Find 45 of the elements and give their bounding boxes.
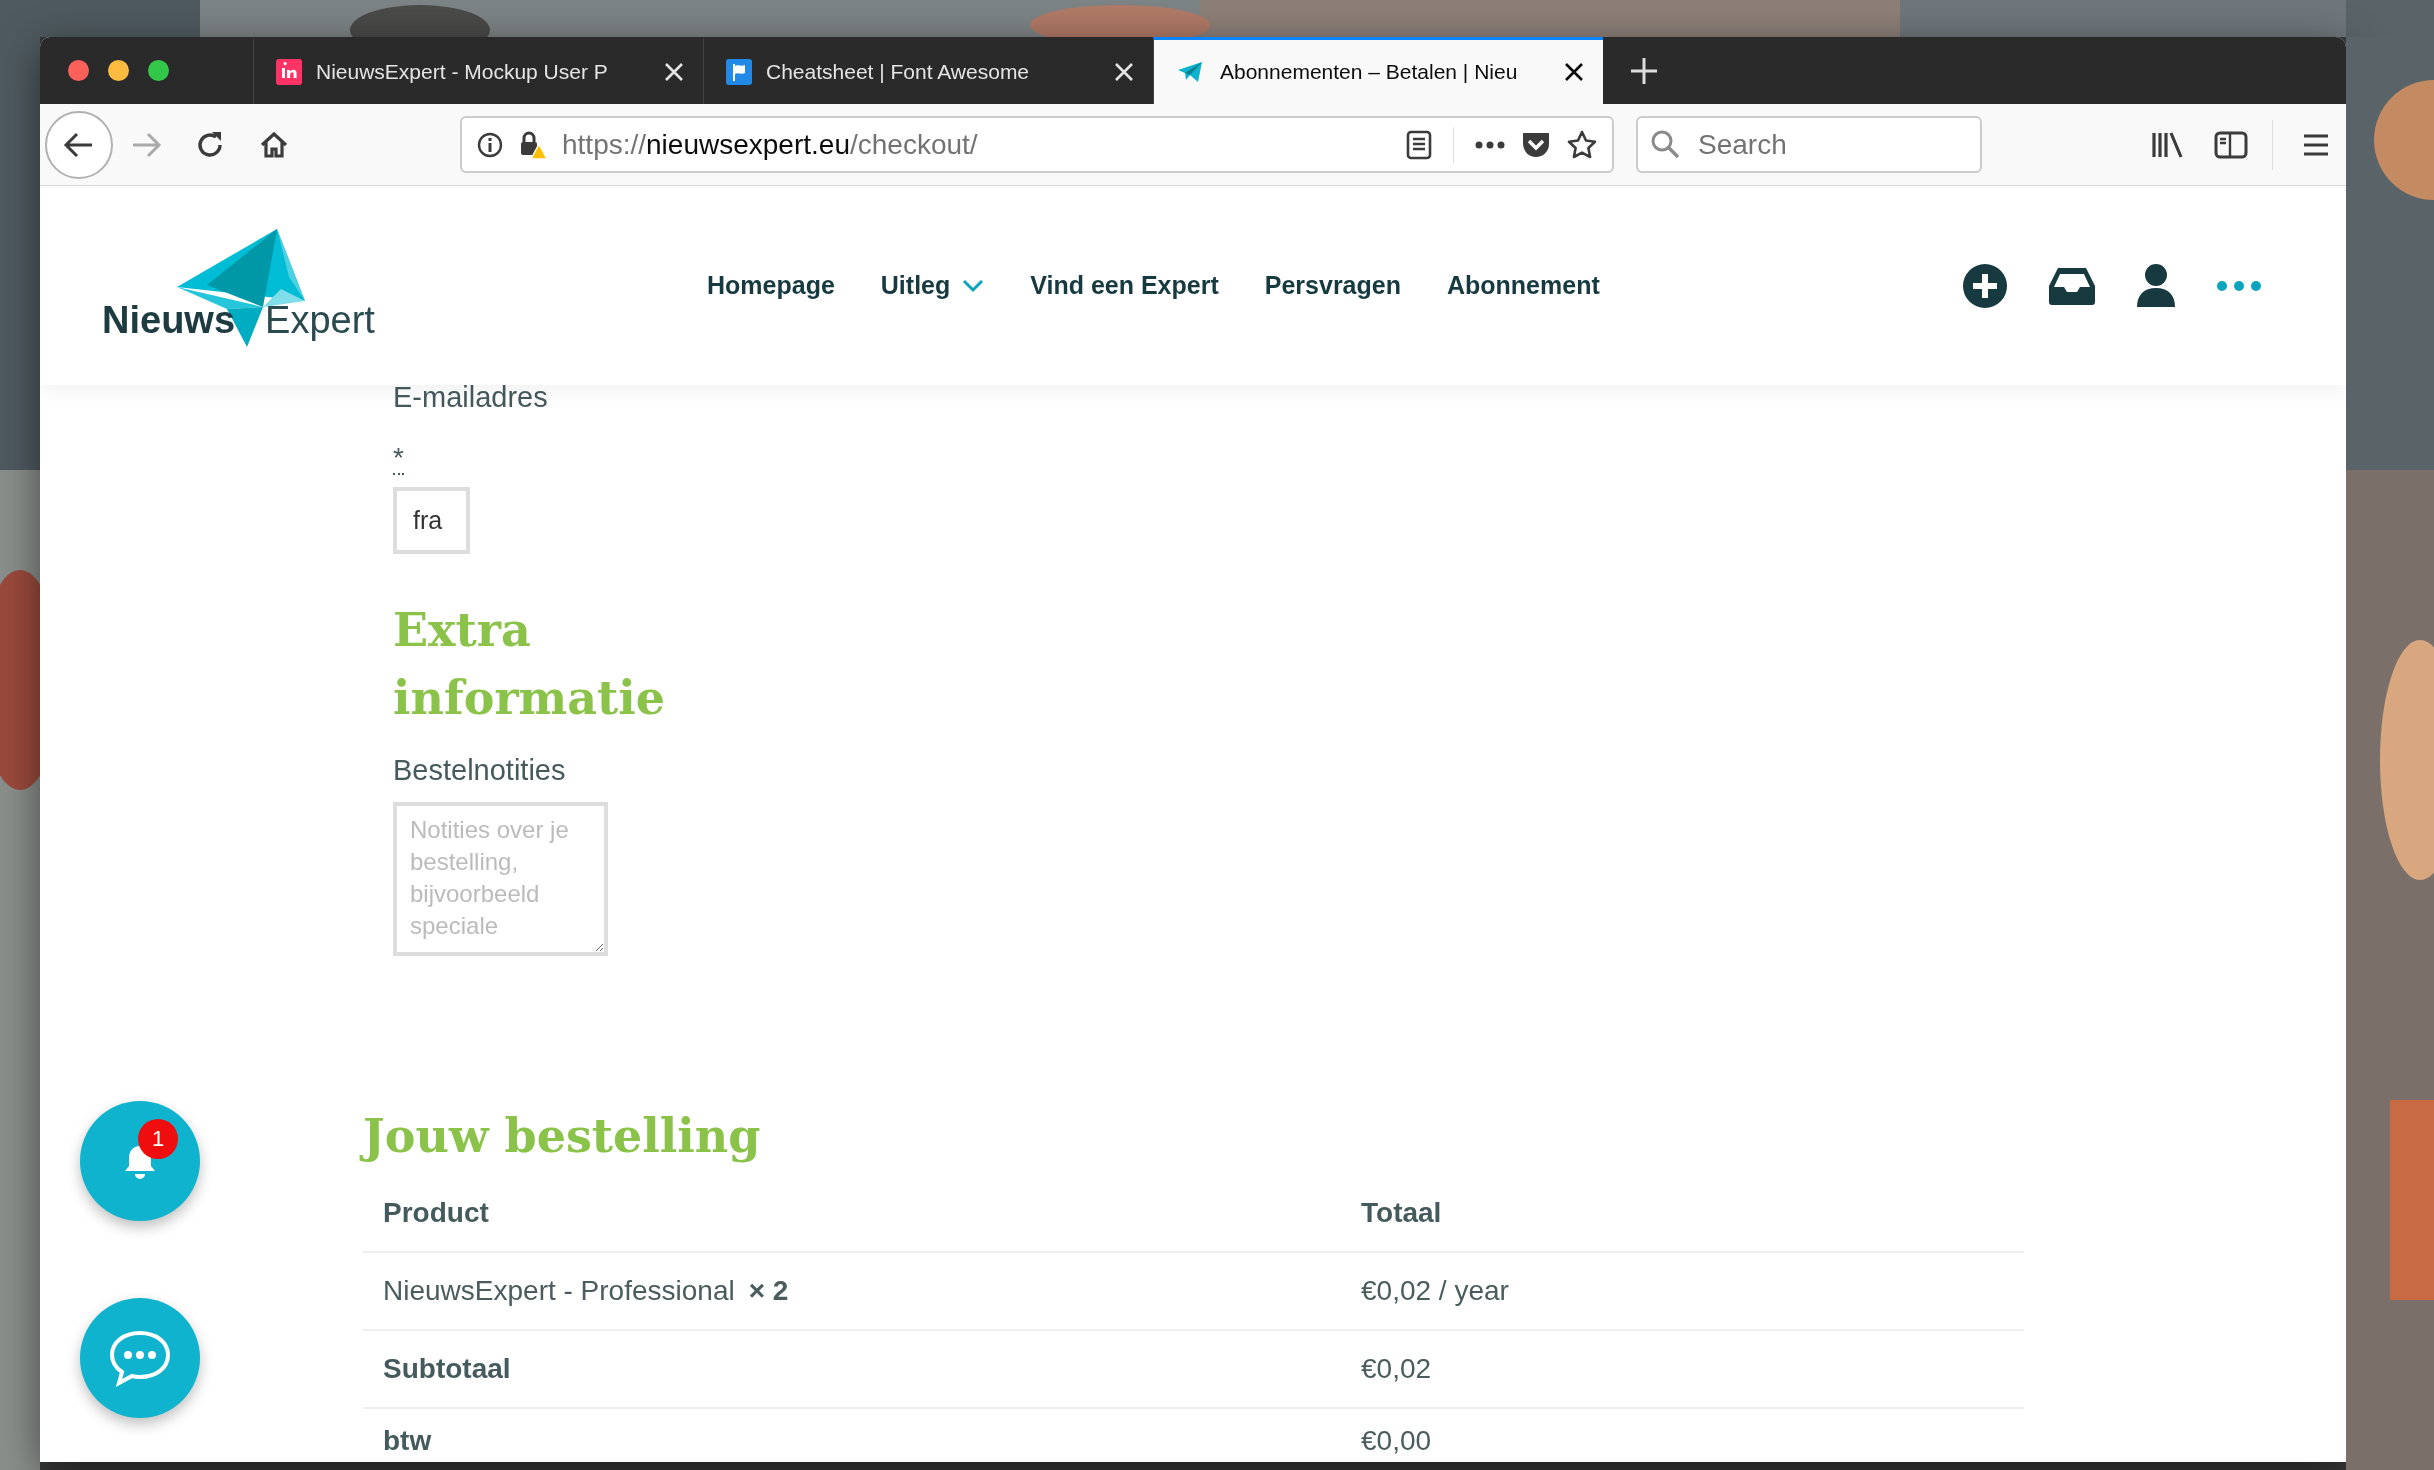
search-field[interactable]: Search: [1636, 116, 1982, 173]
column-header: Product: [383, 1197, 489, 1228]
table-cell: €0,02: [1361, 1353, 1432, 1384]
email-field[interactable]: fra: [393, 487, 470, 554]
chevron-down-icon: [962, 278, 985, 293]
chat-bubble-icon: [107, 1328, 173, 1388]
zoom-window-button[interactable]: [148, 60, 169, 81]
menu-icon[interactable]: [2301, 131, 2331, 158]
more-icon[interactable]: [2216, 279, 2262, 292]
row-header: btw: [383, 1425, 432, 1456]
table-cell: €0,00: [1361, 1425, 1432, 1456]
nav-link[interactable]: Vind een Expert: [1030, 271, 1219, 300]
close-window-button[interactable]: [68, 60, 89, 81]
required-mark: *: [393, 443, 404, 475]
nav-link[interactable]: Homepage: [707, 271, 835, 300]
nav-link[interactable]: Persvragen: [1264, 271, 1401, 300]
inbox-icon[interactable]: [2048, 265, 2096, 306]
minimize-window-button[interactable]: [108, 60, 129, 81]
row-header: Subtotaal: [383, 1353, 511, 1384]
sidebar-icon[interactable]: [2214, 129, 2248, 160]
section-heading: Extra informatie: [393, 602, 667, 727]
library-icon[interactable]: [2150, 129, 2184, 160]
user-icon[interactable]: [2136, 262, 2176, 309]
notification-badge: 1: [138, 1119, 178, 1159]
field-label: Bestelnotities: [393, 753, 567, 788]
plus-circle-icon[interactable]: [1962, 262, 2008, 309]
notes-field[interactable]: Notities over je bestelling, bijvoorbeeld speciale: [393, 802, 608, 956]
lock-warning-icon: [518, 129, 548, 160]
info-icon: [476, 130, 504, 159]
more-actions-icon[interactable]: [1474, 139, 1506, 150]
product-name: NieuwsExpert - Professional × 2: [383, 1275, 789, 1306]
reader-view-icon[interactable]: [1405, 129, 1433, 160]
search-icon: [1650, 129, 1680, 159]
notifications-button[interactable]: 1: [80, 1101, 200, 1221]
field-label: E-mailadres: [393, 380, 549, 415]
column-header: Totaal: [1361, 1197, 1442, 1228]
new-tab-icon[interactable]: [1629, 55, 1659, 86]
logo-text[interactable]: Nieuws Expert: [102, 299, 375, 342]
flag-icon: [726, 59, 752, 85]
bookmark-star-icon[interactable]: [1566, 128, 1598, 161]
close-tab-icon[interactable]: [1563, 61, 1585, 83]
nav-link[interactable]: Uitleg: [880, 271, 985, 300]
table-cell: €0,02 / year: [1361, 1275, 1509, 1306]
nav-link[interactable]: Abonnement: [1446, 271, 1600, 300]
browser-tab[interactable]: Abonnementen – Betalen | Nieu: [1153, 37, 1603, 104]
